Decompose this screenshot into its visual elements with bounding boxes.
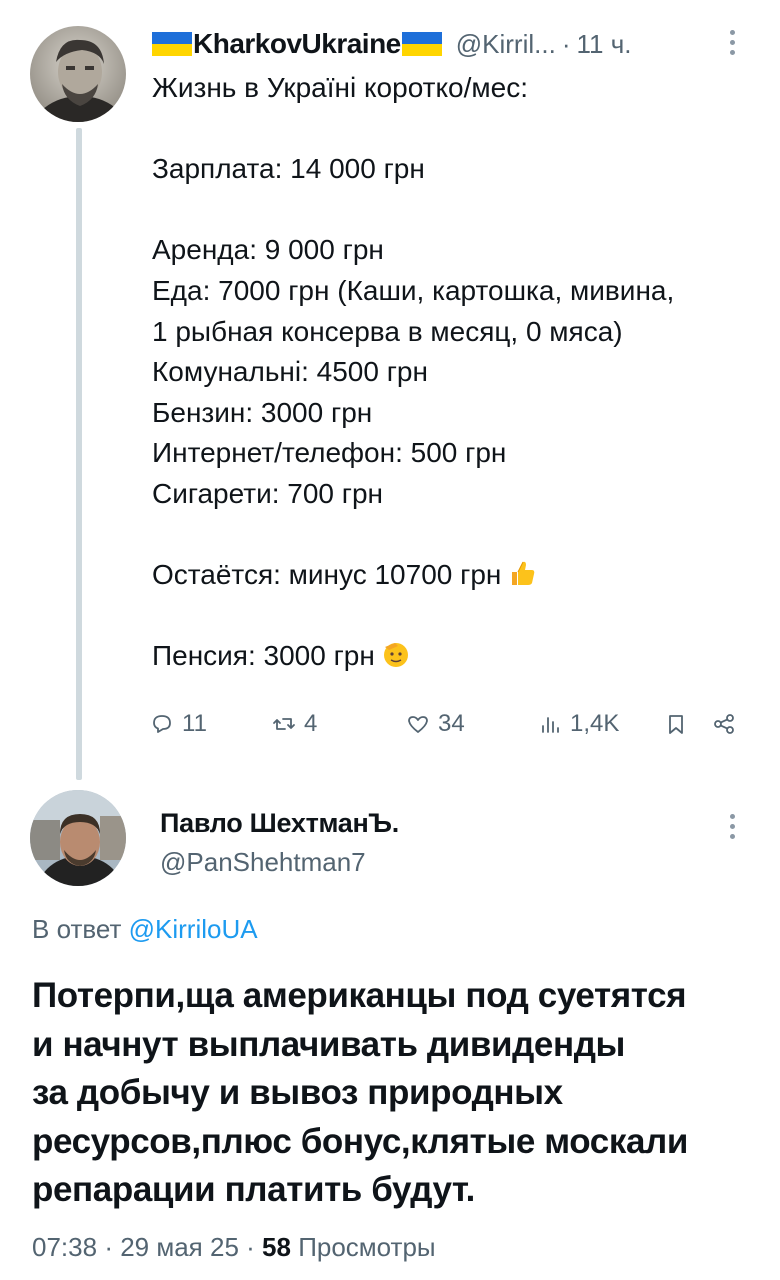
- author-name[interactable]: KharkovUkraine: [193, 28, 401, 60]
- tweet-time[interactable]: 11 ч.: [577, 29, 632, 60]
- like-count: 34: [438, 710, 465, 737]
- tweet-line: [152, 515, 762, 556]
- like-button[interactable]: 34: [406, 706, 465, 742]
- post-time[interactable]: 07:38: [32, 1232, 97, 1262]
- tweet-line: Сигарети: 700 грн: [152, 477, 384, 509]
- views-icon: [542, 717, 559, 733]
- tweet-line: Остаётся: минус 10700 грн: [152, 559, 502, 591]
- like-icon: [408, 716, 428, 733]
- avatar-kharkovukraine[interactable]: [30, 26, 126, 122]
- tweet-line: [152, 190, 762, 231]
- separator-dot: ·: [246, 1232, 263, 1262]
- thumbs-up-emoji-icon: [507, 558, 537, 588]
- tweet-line: Зарплата: 14 000 грн: [152, 153, 425, 185]
- retweet-count: 4: [304, 710, 318, 737]
- author-name[interactable]: Павло ШехтманЪ.: [160, 806, 399, 840]
- tweet-line: Аренда: 9 000 грн: [152, 234, 384, 266]
- ukraine-flag-icon: [152, 32, 192, 56]
- tweet1-text: Жизнь в Україні коротко/мес: Зарплата: 1…: [152, 68, 762, 677]
- retweet-icon: [273, 718, 295, 730]
- bookmark-button[interactable]: [664, 706, 688, 742]
- separator-dot: ·: [561, 28, 571, 59]
- post-date[interactable]: 29 мая 25: [120, 1232, 239, 1262]
- ukraine-flag-icon: [401, 32, 442, 56]
- share-icon: [714, 714, 734, 734]
- reply-button[interactable]: 11: [150, 706, 207, 742]
- tweet-line: [152, 596, 762, 637]
- views-button[interactable]: 1,4K: [538, 706, 619, 742]
- reply-handle-link[interactable]: @KirriloUA: [129, 914, 258, 944]
- tweet-line: ресурсов,плюс бонус,клятые москали: [32, 1121, 688, 1161]
- avatar-panshehtman[interactable]: [30, 790, 126, 886]
- tweet-line: Еда: 7000 грн (Каши, картошка, мивина,: [152, 274, 675, 306]
- tweet-line: 1 рыбная консерва в месяц, 0 мяса): [152, 315, 623, 347]
- author-handle[interactable]: @Kirril...: [456, 29, 556, 60]
- tweet-line: Пенсия: 3000 грн: [152, 640, 375, 672]
- views-count: 58: [262, 1232, 291, 1262]
- tweet-line: [152, 109, 762, 150]
- more-icon[interactable]: [727, 814, 737, 839]
- views-label: Просмотры: [298, 1232, 436, 1262]
- tweet-line: Комунальні: 4500 грн: [152, 356, 428, 388]
- separator-dot: ·: [104, 1232, 121, 1262]
- tweet-line: Жизнь в Україні коротко/мес:: [152, 72, 528, 103]
- tweet2-meta: 07:38 · 29 мая 25 · 58 Просмотры: [32, 1232, 436, 1263]
- reply-to: В ответ @KirriloUA: [32, 914, 258, 945]
- tweet-line: за добычу и вывоз природных: [32, 1073, 563, 1113]
- tweet1-actions: 11 4 34 1,4K: [150, 706, 750, 742]
- bookmark-icon: [669, 715, 683, 734]
- tweet2-header: Павло ШехтманЪ. @PanShehtman7: [160, 806, 399, 880]
- reply-prefix: В ответ: [32, 914, 122, 944]
- tweet-line-with-emoji: Остаётся: минус 10700 грн: [152, 555, 762, 596]
- tweet-line: репарации платить будут.: [32, 1170, 475, 1210]
- retweet-button[interactable]: 4: [272, 706, 317, 742]
- reply-icon: [153, 715, 171, 733]
- tweet-line: и начнут выплачивать дивиденды: [32, 1024, 625, 1064]
- thread-line: [76, 128, 82, 780]
- share-button[interactable]: [712, 706, 736, 742]
- more-icon[interactable]: [727, 30, 737, 55]
- views-count: 1,4K: [570, 710, 620, 737]
- tweet2-text: Потерпи,ща американцы под суетятся и нач…: [32, 972, 752, 1215]
- saluting-face-emoji-icon: [381, 639, 411, 669]
- tweet-line-with-emoji: Пенсия: 3000 грн: [152, 636, 762, 677]
- tweet-line: Потерпи,ща американцы под суетятся: [32, 976, 687, 1015]
- author-handle[interactable]: @PanShehtman7: [160, 844, 399, 880]
- tweet1-header: KharkovUkraine @Kirril... · 11 ч.: [152, 24, 631, 64]
- tweet-line: Бензин: 3000 грн: [152, 396, 373, 428]
- reply-count: 11: [182, 710, 207, 737]
- tweet-line: Интернет/телефон: 500 грн: [152, 437, 507, 469]
